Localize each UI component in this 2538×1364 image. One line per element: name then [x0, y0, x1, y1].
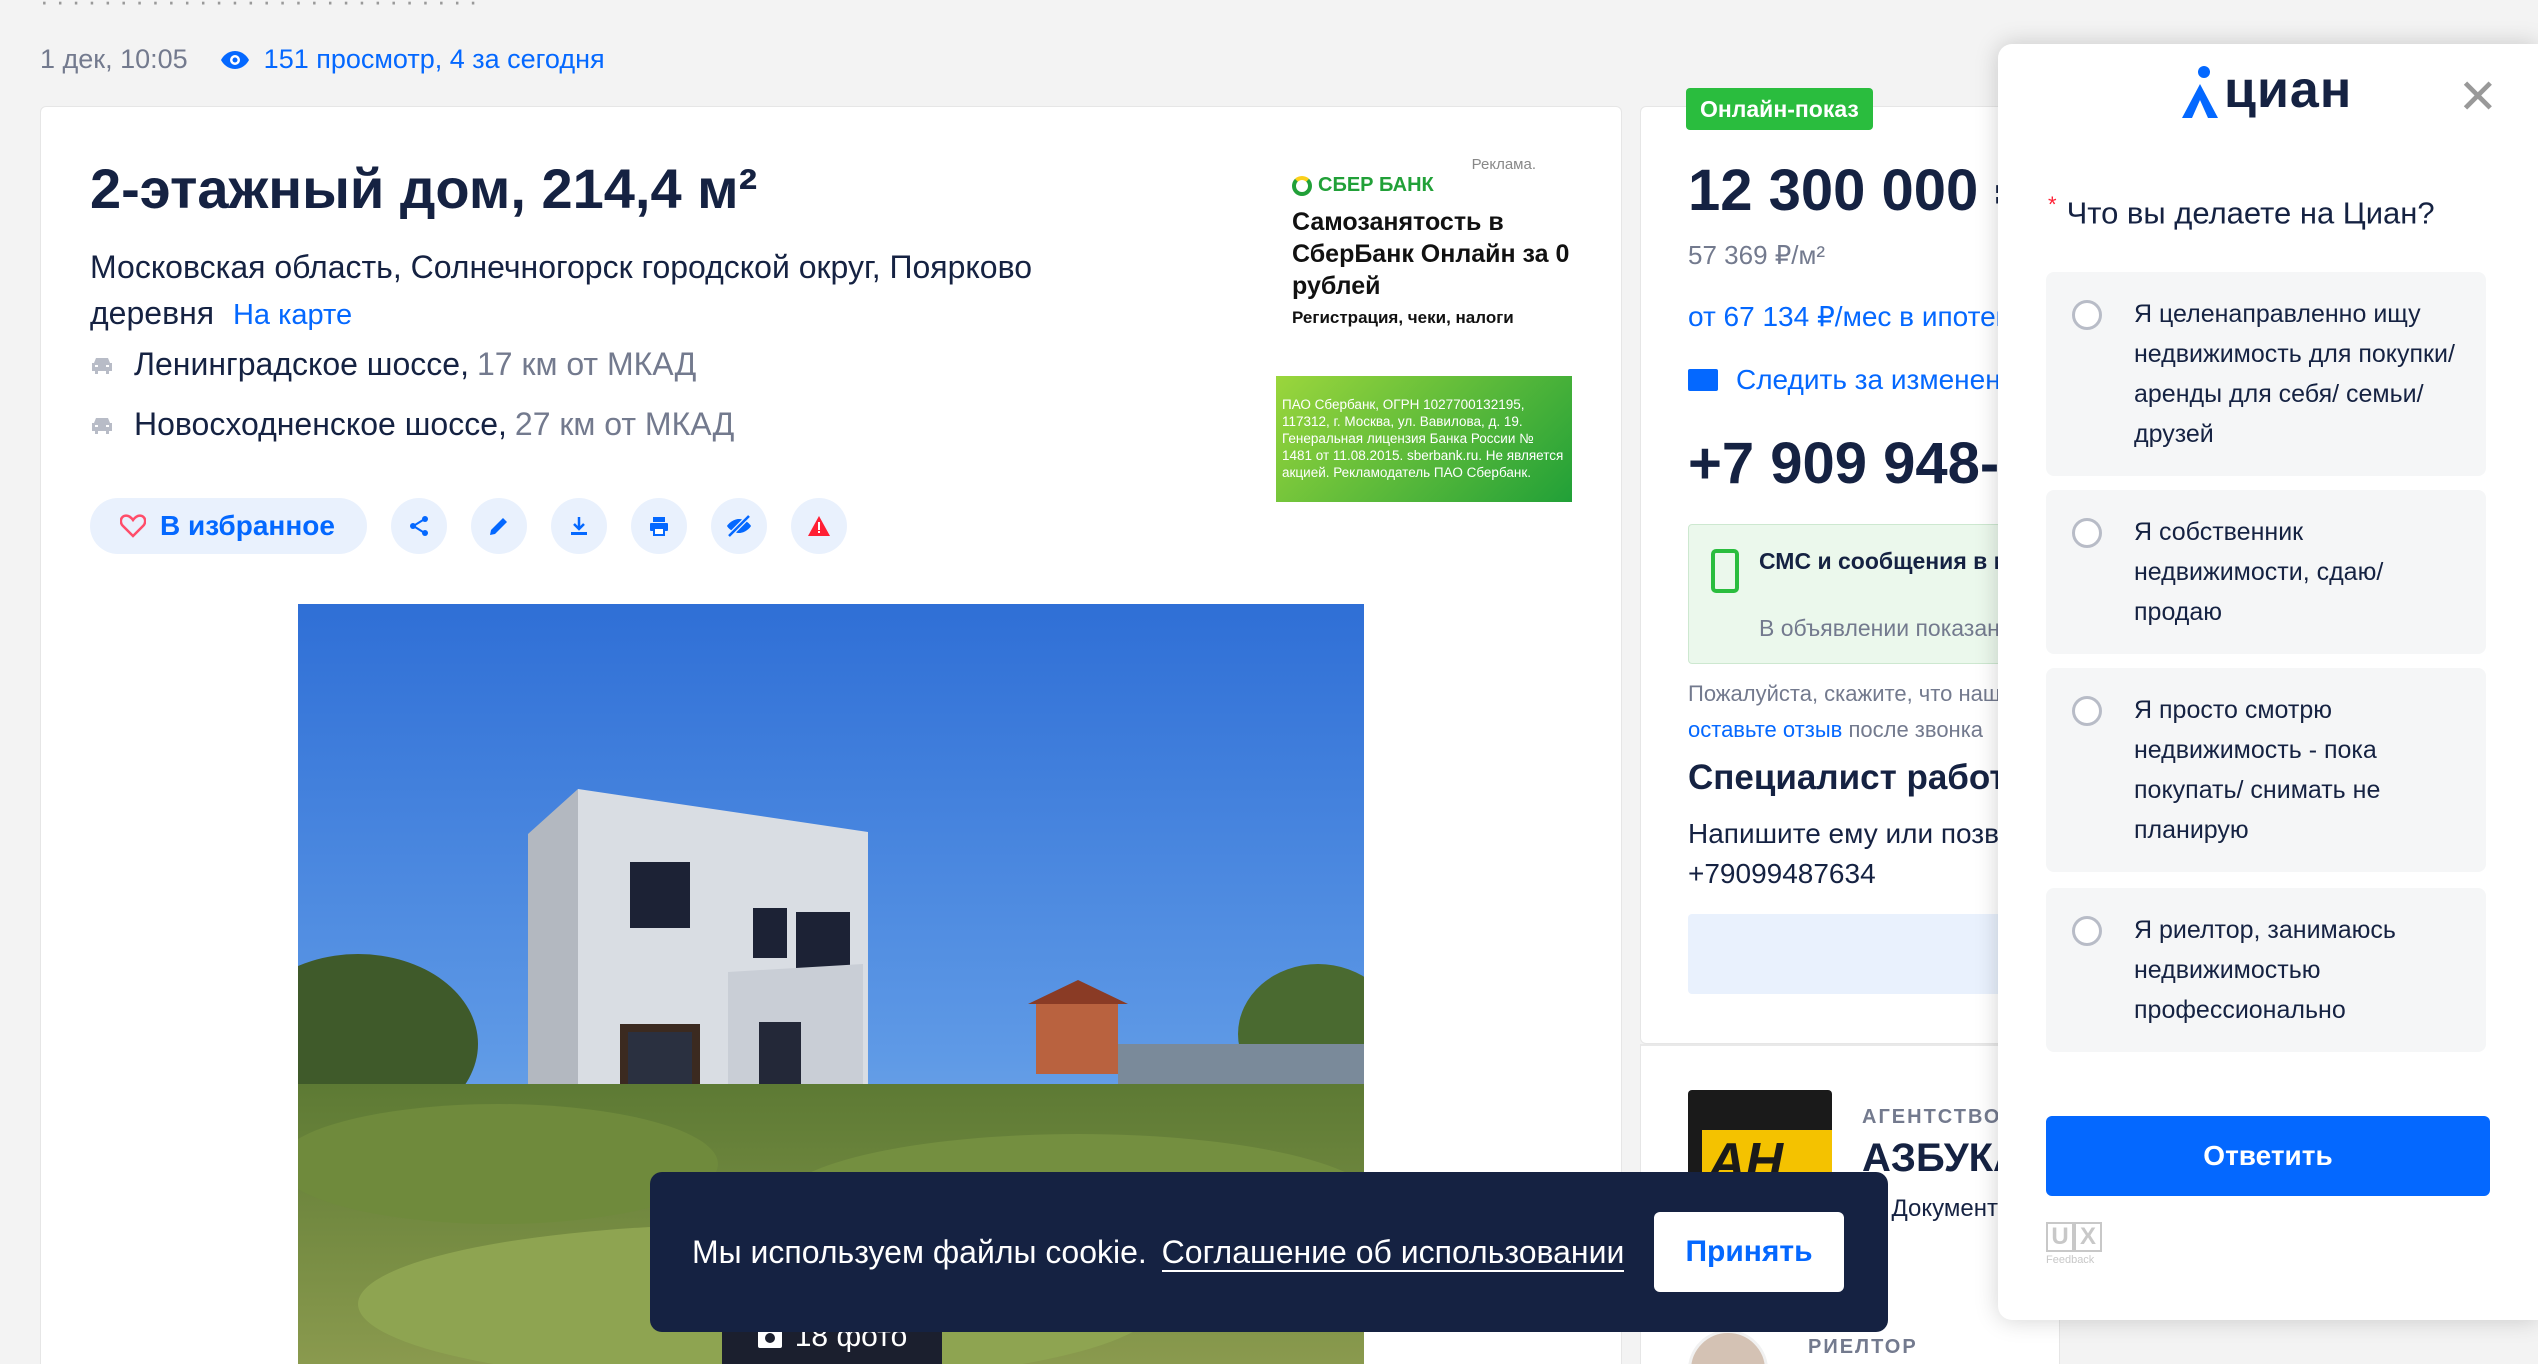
- favorite-label: В избранное: [160, 510, 335, 541]
- survey-option[interactable]: Я просто смотрю недвижимость - пока поку…: [2046, 668, 2486, 872]
- share-button[interactable]: [390, 498, 447, 554]
- survey-option[interactable]: Я собственник недвижимости, сдаю/ продаю: [2046, 490, 2486, 654]
- phone-lock-icon: [1711, 549, 1739, 593]
- online-showing-badge: Онлайн-показ: [1686, 88, 1873, 130]
- views-link[interactable]: 151 просмотр, 4 за сегодня: [220, 44, 605, 75]
- write-message-button[interactable]: [1688, 914, 2048, 994]
- agency-documents-label: Документы: [1891, 1194, 2016, 1222]
- heart-icon: [120, 514, 146, 538]
- pencil-icon: [489, 518, 507, 535]
- eye-icon: [220, 50, 249, 69]
- cookie-text: Мы используем файлы cookie. Соглашение о…: [692, 1233, 1625, 1272]
- ux-logo-caption: Feedback: [2046, 1254, 2095, 1266]
- uxfeedback-logo: UX Feedback: [2046, 1222, 2102, 1266]
- cian-wordmark: циан: [2224, 61, 2353, 119]
- cian-logo: циан: [2180, 60, 2352, 120]
- survey-question: * Что вы делаете на Циан?: [2048, 192, 2435, 231]
- top-cut-text: · · · · · · · · · · · · · · · · · · · · …: [40, 0, 478, 16]
- map-link[interactable]: На карте: [233, 299, 352, 331]
- option-label: Я риелтор, занимаюсь недвижимостью профе…: [2134, 916, 2396, 1024]
- address-text: Московская область, Солнечногорск городс…: [90, 249, 1033, 331]
- cookie-agreement-link[interactable]: Соглашение об использовании: [1161, 1233, 1625, 1272]
- radio-button[interactable]: [2072, 696, 2102, 726]
- option-label: Я просто смотрю недвижимость - пока поку…: [2134, 696, 2381, 844]
- publish-date: 1 дек, 10:05: [40, 44, 188, 74]
- feedback-link[interactable]: оставьте отзыв: [1688, 717, 1842, 742]
- required-asterisk: *: [2048, 192, 2057, 217]
- car-icon: [92, 417, 112, 434]
- road-distance: 27 км от МКАД: [514, 406, 735, 442]
- price-per-sqm: 57 369 ₽/м²: [1688, 240, 1826, 270]
- address: Московская область, Солнечногорск городс…: [90, 244, 1090, 338]
- listing-meta: 1 дек, 10:05 151 просмотр, 4 за сегодня: [40, 44, 605, 75]
- ad-label: Реклама.: [1471, 156, 1536, 173]
- submit-survey-button[interactable]: Ответить: [2046, 1116, 2490, 1196]
- cookie-accept-button[interactable]: Принять: [1654, 1212, 1844, 1292]
- hidden-eye-icon: [726, 514, 751, 538]
- ad-legal-text: ПАО Сбербанк, ОГРН 1027700132195, 117312…: [1276, 376, 1572, 502]
- price: 12 300 000 ₽: [1688, 158, 2035, 223]
- option-label: Я собственник недвижимости, сдаю/ продаю: [2134, 518, 2384, 626]
- survey-question-text: Что вы делаете на Циан?: [2066, 195, 2435, 231]
- road-item: Новосходненское шоссе, 27 км от МКАД: [90, 406, 734, 443]
- download-button[interactable]: [550, 498, 607, 554]
- download-icon: [570, 517, 587, 535]
- favorite-button[interactable]: В избранное: [90, 498, 367, 554]
- share-icon: [409, 516, 428, 536]
- warning-icon: [807, 516, 830, 536]
- ad-bank-name: СБЕР БАНК: [1318, 174, 1434, 196]
- cian-logo-icon: [2182, 66, 2218, 118]
- cookie-banner: Мы используем файлы cookie. Соглашение о…: [650, 1172, 1888, 1332]
- road-distance: 17 км от МКАД: [476, 346, 697, 382]
- print-button[interactable]: [630, 498, 687, 554]
- views-count: 151 просмотр, 4 за сегодня: [263, 44, 605, 74]
- survey-option[interactable]: Я риелтор, занимаюсь недвижимостью профе…: [2046, 888, 2486, 1052]
- realtor-label: РИЕЛТОР: [1808, 1336, 1918, 1358]
- radio-button[interactable]: [2072, 518, 2102, 548]
- survey-option[interactable]: Я целенаправленно ищу недвижимость для п…: [2046, 272, 2486, 476]
- road-name[interactable]: Новосходненское шоссе,: [134, 406, 507, 443]
- ad-subtitle: Регистрация, чеки, налоги: [1292, 308, 1514, 327]
- road-name[interactable]: Ленинградское шоссе,: [134, 346, 469, 383]
- radio-button[interactable]: [2072, 300, 2102, 330]
- report-button[interactable]: [790, 498, 847, 554]
- ad-bank-logo: СБЕР БАНК: [1292, 174, 1434, 197]
- sber-logo-icon: [1292, 175, 1312, 196]
- edit-button[interactable]: [470, 498, 527, 554]
- road-item: Ленинградское шоссе, 17 км от МКАД: [90, 346, 696, 383]
- listing-title: 2-этажный дом, 214,4 м²: [90, 157, 758, 220]
- sberbank-ad[interactable]: Реклама. СБЕР БАНК Самозанятость в СберБ…: [1276, 156, 1572, 502]
- ux-logo-u: U: [2046, 1222, 2074, 1252]
- feedback-note: Пожалуйста, скажите, что нашли объявлени…: [1688, 676, 2048, 748]
- feedback-prefix: Пожалуйста, скажите, что нашли объявлени…: [1688, 681, 2048, 706]
- car-icon: [92, 357, 112, 374]
- option-label: Я целенаправленно ищу недвижимость для п…: [2134, 300, 2455, 448]
- printer-icon: [649, 517, 668, 536]
- ux-logo-x: X: [2074, 1222, 2102, 1252]
- agency-label: АГЕНТСТВО: [1862, 1106, 2002, 1128]
- radio-button[interactable]: [2072, 916, 2102, 946]
- envelope-icon: [1688, 369, 1718, 391]
- listing-actions: В избранное: [90, 498, 847, 554]
- mortgage-link[interactable]: от 67 134 ₽/мес в ипотеку: [1688, 300, 2022, 333]
- close-icon[interactable]: ✕: [2458, 74, 2498, 122]
- cookie-message: Мы используем файлы cookie.: [692, 1233, 1147, 1270]
- ad-headline: Самозанятость в СберБанк Онлайн за 0 руб…: [1292, 208, 1570, 300]
- survey-panel: циан ✕ * Что вы делаете на Циан? Я целена…: [1998, 44, 2538, 1320]
- feedback-suffix: после звонка: [1848, 717, 1984, 742]
- hide-button[interactable]: [710, 498, 767, 554]
